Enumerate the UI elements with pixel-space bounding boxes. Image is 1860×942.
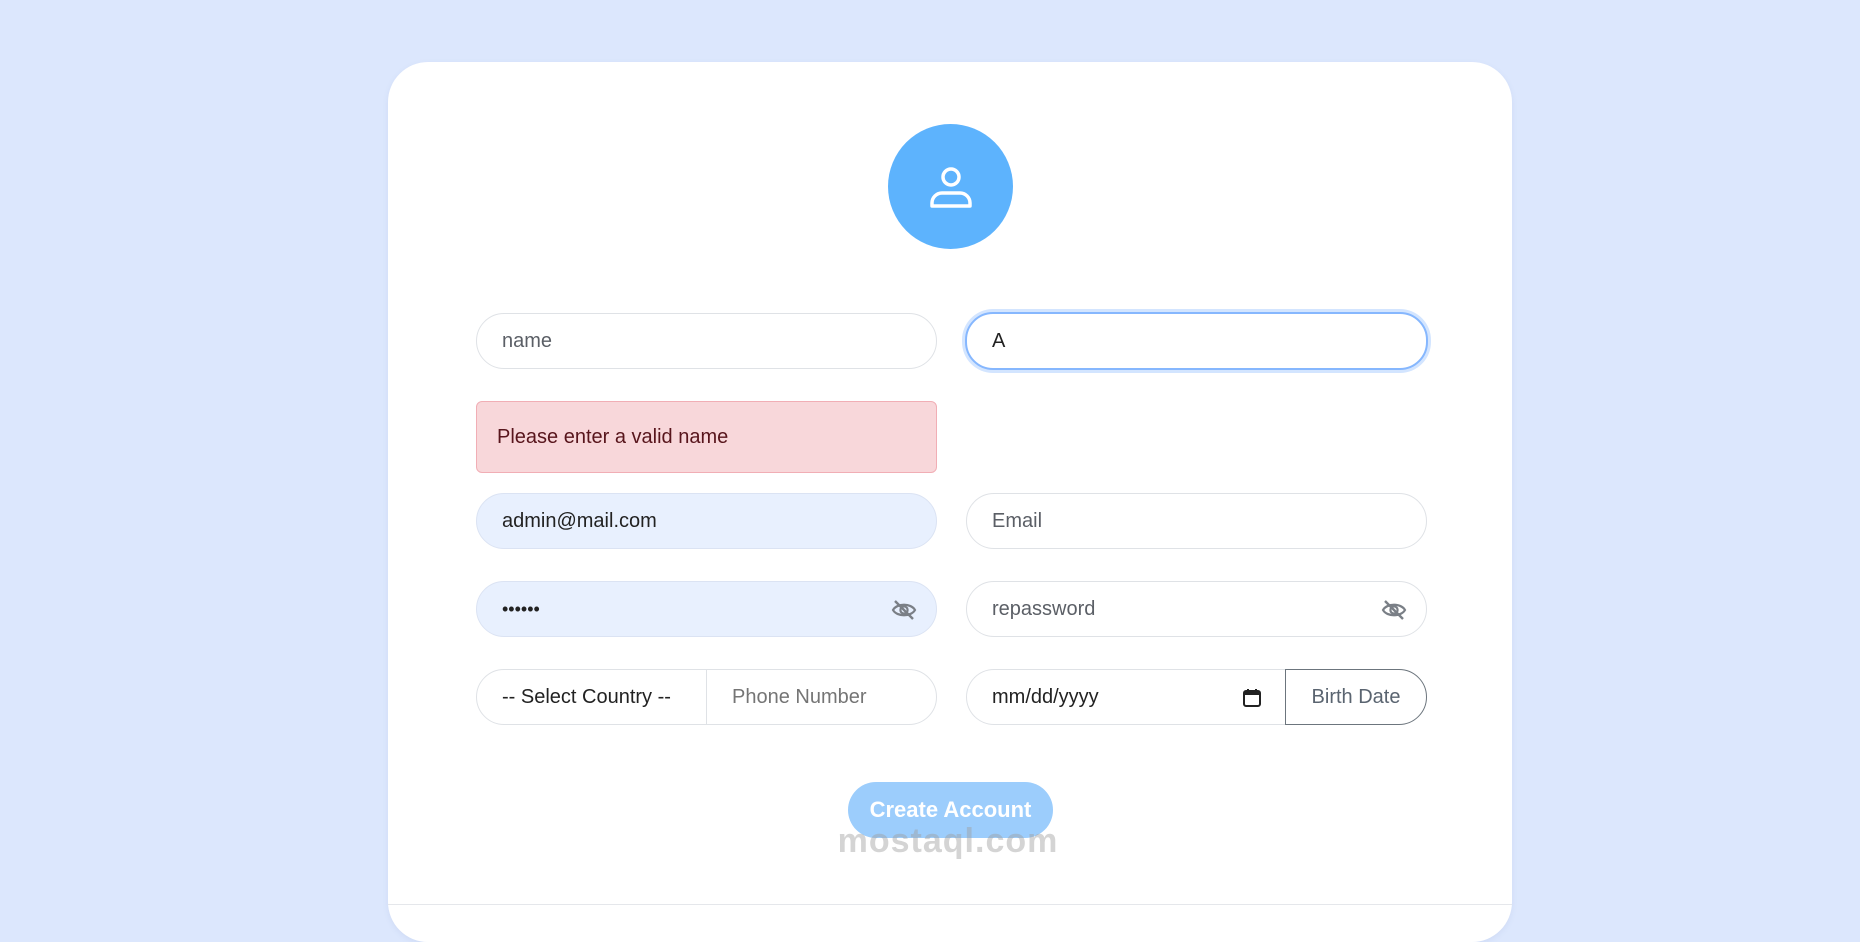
email-field[interactable]: [966, 493, 1427, 549]
card-divider: [388, 904, 1512, 905]
phone-group: -- Select Country --: [476, 669, 937, 725]
second-name-value: A: [992, 329, 1006, 352]
name-field[interactable]: [476, 313, 937, 369]
create-account-label: Create Account: [869, 797, 1032, 822]
calendar-icon[interactable]: [1242, 688, 1262, 708]
birth-date-field[interactable]: mm/dd/yyyy: [966, 669, 1286, 725]
avatar: [888, 124, 1013, 249]
password-value: ••••••: [502, 598, 540, 619]
eye-slash-icon[interactable]: [1380, 597, 1408, 623]
signup-card: A Please enter a valid name admin@mail.c…: [388, 62, 1512, 942]
watermark: mostaql.com: [818, 822, 1078, 861]
watermark-text: mostaql.com: [837, 822, 1059, 860]
second-name-field[interactable]: A: [965, 312, 1428, 370]
country-select[interactable]: -- Select Country --: [477, 670, 706, 724]
phone-field[interactable]: [706, 670, 936, 724]
error-alert: Please enter a valid name: [476, 401, 937, 473]
phone-input[interactable]: [732, 685, 922, 709]
repassword-input[interactable]: [992, 597, 1340, 621]
name-input[interactable]: [502, 329, 936, 353]
birth-date-text: Birth Date: [1311, 685, 1401, 708]
date-input[interactable]: mm/dd/yyyy: [967, 670, 1286, 724]
password-field[interactable]: ••••••: [476, 581, 937, 637]
eye-slash-icon[interactable]: [890, 597, 918, 623]
error-message: Please enter a valid name: [497, 425, 729, 448]
email-input[interactable]: [992, 509, 1426, 533]
date-placeholder: mm/dd/yyyy: [992, 685, 1099, 708]
repassword-field[interactable]: [966, 581, 1427, 637]
country-select-value: -- Select Country --: [502, 685, 671, 708]
email-value: admin@mail.com: [502, 509, 657, 532]
user-icon: [929, 166, 972, 208]
birth-date-label: Birth Date: [1285, 669, 1427, 725]
email-filled-field[interactable]: admin@mail.com: [476, 493, 937, 549]
